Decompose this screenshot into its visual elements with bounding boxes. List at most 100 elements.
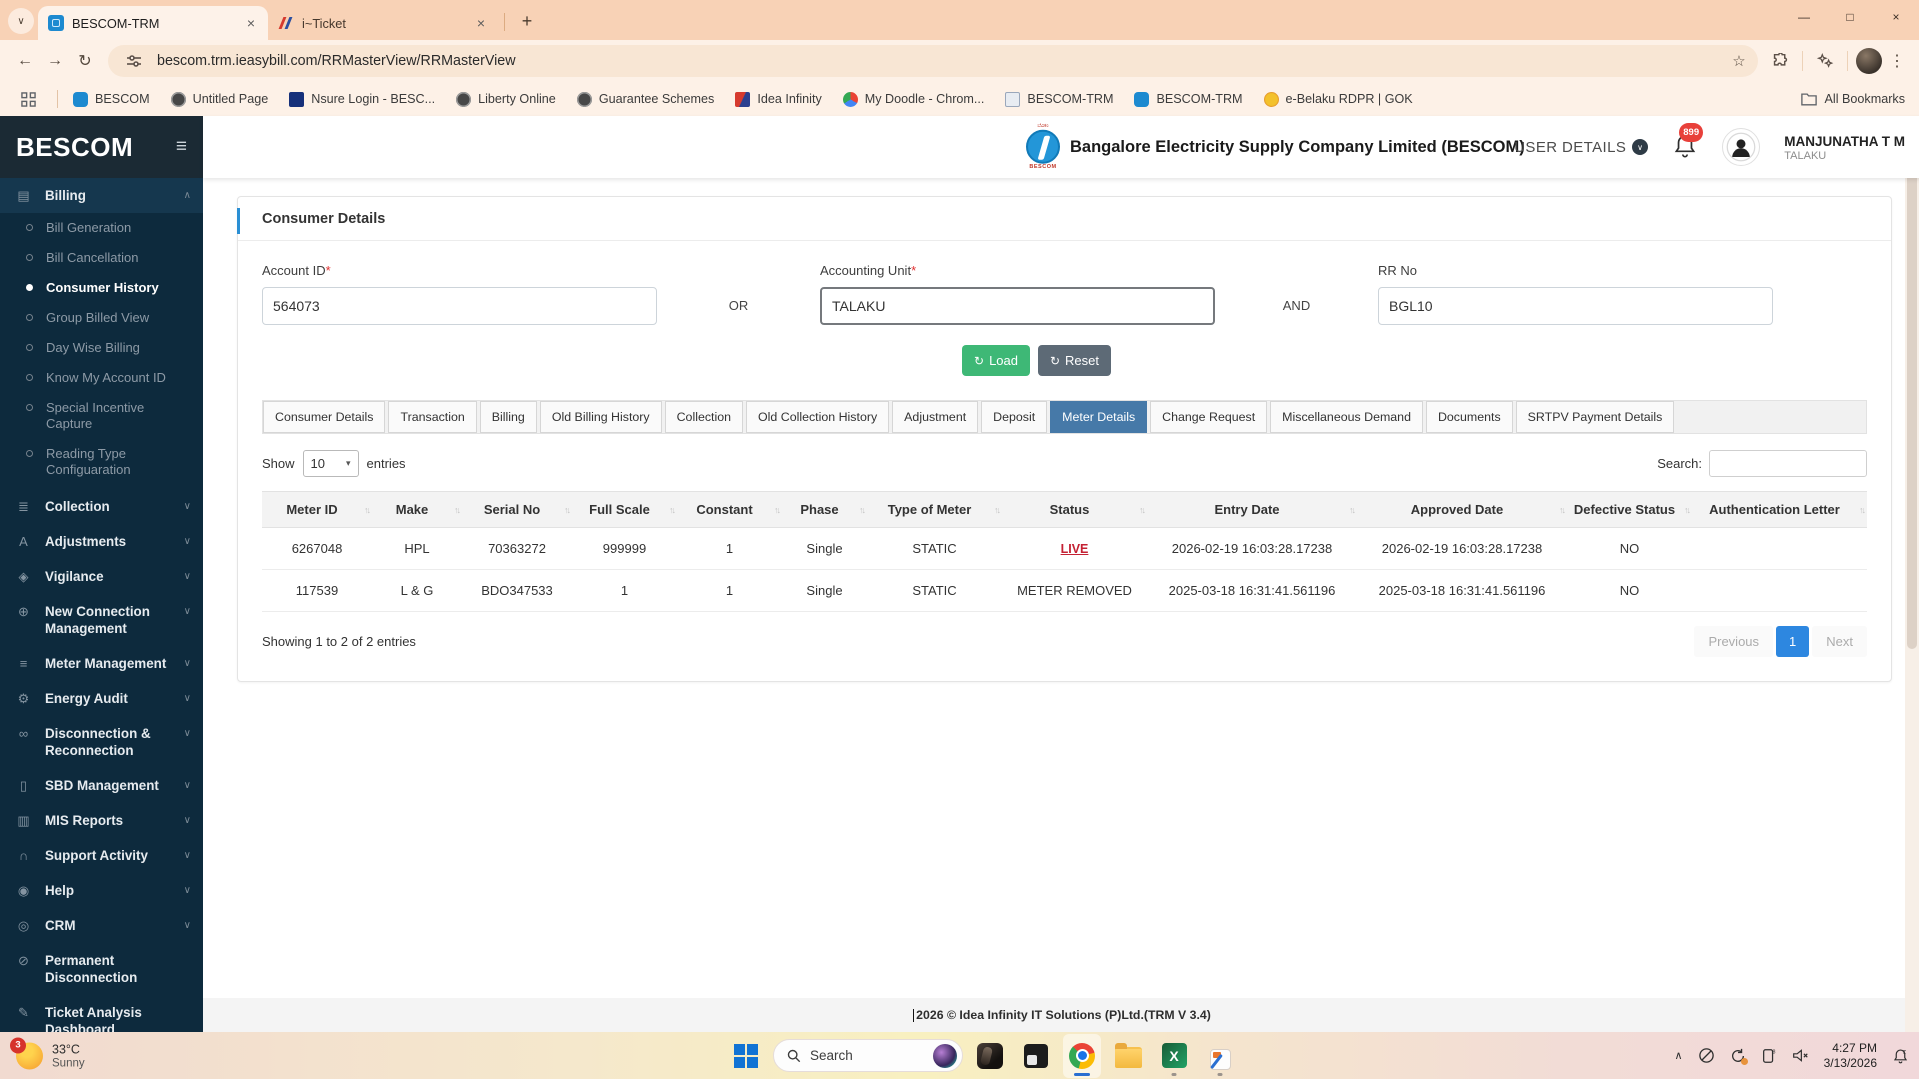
sidebar-subitem-group-billed-view[interactable]: Group Billed View	[0, 303, 203, 333]
taskbar-snip-tool[interactable]	[1201, 1034, 1239, 1078]
all-bookmarks-button[interactable]: All Bookmarks	[1800, 92, 1905, 106]
tab-billing[interactable]: Billing	[479, 401, 537, 433]
side-panel-stars-icon[interactable]	[1811, 47, 1839, 75]
tab-close-icon[interactable]: ×	[472, 14, 490, 32]
tab-change-request[interactable]: Change Request	[1150, 401, 1268, 433]
sidebar-item-energy-audit[interactable]: ⚙ Energy Audit ∨	[0, 681, 203, 716]
tab-collection[interactable]: Collection	[664, 401, 744, 433]
sidebar-item-crm[interactable]: ◎ CRM ∨	[0, 908, 203, 943]
sidebar-item-sbd-management[interactable]: ▯ SBD Management ∨	[0, 768, 203, 803]
sidebar-item-disconnection-reconnection[interactable]: ∞ Disconnection & Reconnection ∨	[0, 716, 203, 768]
sidebar-item-ticket-analysis-dashboard[interactable]: ✎ Ticket Analysis Dashboard	[0, 995, 203, 1032]
sidebar-item-support-activity[interactable]: ∩ Support Activity ∨	[0, 838, 203, 873]
sidebar-item-vigilance[interactable]: ◈ Vigilance ∨	[0, 559, 203, 594]
column-header-full-scale[interactable]: Full Scale ↑↓	[572, 491, 677, 528]
page-size-select[interactable]: 10 ▾	[302, 450, 359, 477]
device-icon[interactable]: 8	[1761, 1048, 1777, 1064]
account-id-input[interactable]	[262, 287, 657, 325]
current-page-button[interactable]: 1	[1776, 626, 1810, 657]
site-settings-icon[interactable]	[120, 47, 148, 75]
tab-adjustment[interactable]: Adjustment	[892, 401, 979, 433]
sidebar-item-billing[interactable]: ▤ Billing ∧	[0, 178, 203, 213]
sidebar-item-collection[interactable]: ≣ Collection ∨	[0, 489, 203, 524]
sidebar-item-help[interactable]: ◉ Help ∨	[0, 873, 203, 908]
status-live-link[interactable]: LIVE	[1061, 542, 1089, 556]
volume-muted-icon[interactable]	[1792, 1048, 1809, 1063]
sidebar-item-meter-management[interactable]: ≡ Meter Management ∨	[0, 646, 203, 681]
browser-menu-icon[interactable]: ⋮	[1885, 51, 1909, 71]
tray-chevron-icon[interactable]: ∧	[1675, 1049, 1683, 1062]
taskbar-app-dark[interactable]	[971, 1034, 1009, 1078]
taskbar-chrome[interactable]	[1063, 1033, 1101, 1078]
bookmark-item-untitled-page[interactable]: Untitled Page	[170, 91, 268, 107]
browser-tab-bescom-trm[interactable]: BESCOM-TRM ×	[38, 6, 268, 40]
bookmark-item-e-belaku-rdpr-gok[interactable]: e-Belaku RDPR | GOK	[1263, 91, 1413, 107]
taskbar-task-view[interactable]	[1017, 1034, 1055, 1078]
browser-tab-iticket[interactable]: i~Ticket ×	[268, 6, 498, 40]
sidebar-subitem-special-incentive-capture[interactable]: Special Incentive Capture	[0, 393, 203, 439]
sidebar-subitem-know-my-account-id[interactable]: Know My Account ID	[0, 363, 203, 393]
tab-consumer-details[interactable]: Consumer Details	[263, 401, 386, 433]
focus-assist-bell-icon[interactable]: z	[1892, 1047, 1909, 1065]
tab-search-button[interactable]: ∨	[8, 8, 34, 34]
sidebar-subitem-consumer-history[interactable]: Consumer History	[0, 273, 203, 303]
column-header-constant[interactable]: Constant ↑↓	[677, 491, 782, 528]
accounting-unit-input[interactable]	[820, 287, 1215, 325]
sidebar-item-permanent-disconnection[interactable]: ⊘ Permanent Disconnection	[0, 943, 203, 995]
bookmark-item-my-doodle-chrom-[interactable]: My Doodle - Chrom...	[842, 91, 984, 107]
sidebar-item-new-connection-management[interactable]: ⊕ New Connection Management ∨	[0, 594, 203, 646]
reset-button[interactable]: ↻ Reset	[1037, 345, 1112, 376]
maximize-button[interactable]: □	[1827, 0, 1873, 34]
browser-profile-avatar[interactable]	[1856, 48, 1882, 74]
notifications-off-icon[interactable]	[1698, 1047, 1715, 1064]
column-header-meter-id[interactable]: Meter ID ↑↓	[262, 491, 372, 528]
tab-meter-details[interactable]: Meter Details	[1050, 401, 1148, 433]
sidebar-item-mis-reports[interactable]: ▥ MIS Reports ∨	[0, 803, 203, 838]
table-search-input[interactable]	[1709, 450, 1867, 477]
column-header-entry-date[interactable]: Entry Date ↑↓	[1147, 491, 1357, 528]
reload-button[interactable]: ↻	[70, 46, 100, 76]
hamburger-menu-icon[interactable]: ≡	[176, 136, 187, 158]
sidebar-subitem-bill-cancellation[interactable]: Bill Cancellation	[0, 243, 203, 273]
column-header-approved-date[interactable]: Approved Date ↑↓	[1357, 491, 1567, 528]
address-bar[interactable]: bescom.trm.ieasybill.com/RRMasterView/RR…	[108, 45, 1758, 77]
tab-old-billing-history[interactable]: Old Billing History	[539, 401, 662, 433]
sync-icon[interactable]	[1730, 1048, 1748, 1065]
bookmark-star-icon[interactable]: ☆	[1724, 52, 1754, 70]
new-tab-button[interactable]: +	[513, 7, 541, 35]
sidebar-item-adjustments[interactable]: A Adjustments ∨	[0, 524, 203, 559]
sidebar-subitem-bill-generation[interactable]: Bill Generation	[0, 213, 203, 243]
tab-close-icon[interactable]: ×	[242, 14, 260, 32]
tab-deposit[interactable]: Deposit	[981, 401, 1048, 433]
sidebar-subitem-day-wise-billing[interactable]: Day Wise Billing	[0, 333, 203, 363]
url-text[interactable]: bescom.trm.ieasybill.com/RRMasterView/RR…	[157, 53, 1715, 69]
bookmark-item-liberty-online[interactable]: Liberty Online	[456, 91, 556, 107]
sidebar-subitem-reading-type-configuaration[interactable]: Reading Type Configuaration	[0, 439, 203, 485]
close-button[interactable]: ×	[1873, 0, 1919, 34]
weather-widget[interactable]: 3 33°C Sunny	[10, 1037, 85, 1069]
column-header-make[interactable]: Make ↑↓	[372, 491, 462, 528]
user-details-dropdown[interactable]: USER DETAILS ∨	[1514, 139, 1649, 156]
scrollbar-thumb[interactable]	[1907, 118, 1917, 650]
column-header-phase[interactable]: Phase ↑↓	[782, 491, 867, 528]
taskbar-excel[interactable]: X	[1155, 1034, 1193, 1078]
notifications-button[interactable]: 899	[1672, 123, 1704, 161]
column-header-status[interactable]: Status ↑↓	[1002, 491, 1147, 528]
browser-scrollbar[interactable]	[1905, 116, 1919, 1032]
bookmark-item-idea-infinity[interactable]: Idea Infinity	[735, 91, 822, 107]
rr-no-input[interactable]	[1378, 287, 1773, 325]
start-button[interactable]	[727, 1034, 765, 1078]
forward-button[interactable]: →	[40, 46, 70, 76]
bookmark-item-bescom-trm[interactable]: BESCOM-TRM	[1005, 91, 1113, 107]
next-page-button[interactable]: Next	[1812, 626, 1867, 657]
bookmark-item-bescom[interactable]: BESCOM	[73, 91, 150, 107]
bookmark-item-guarantee-schemes[interactable]: Guarantee Schemes	[576, 91, 714, 107]
taskbar-clock[interactable]: 4:27 PM 3/13/2026	[1824, 1041, 1877, 1071]
tab-miscellaneous-demand[interactable]: Miscellaneous Demand	[1270, 401, 1423, 433]
tab-srtpv-payment-details[interactable]: SRTPV Payment Details	[1515, 401, 1675, 433]
column-header-serial-no[interactable]: Serial No ↑↓	[462, 491, 572, 528]
user-avatar[interactable]	[1722, 128, 1761, 166]
previous-page-button[interactable]: Previous	[1694, 626, 1774, 657]
tab-documents[interactable]: Documents	[1425, 401, 1513, 433]
tab-transaction[interactable]: Transaction	[388, 401, 477, 433]
